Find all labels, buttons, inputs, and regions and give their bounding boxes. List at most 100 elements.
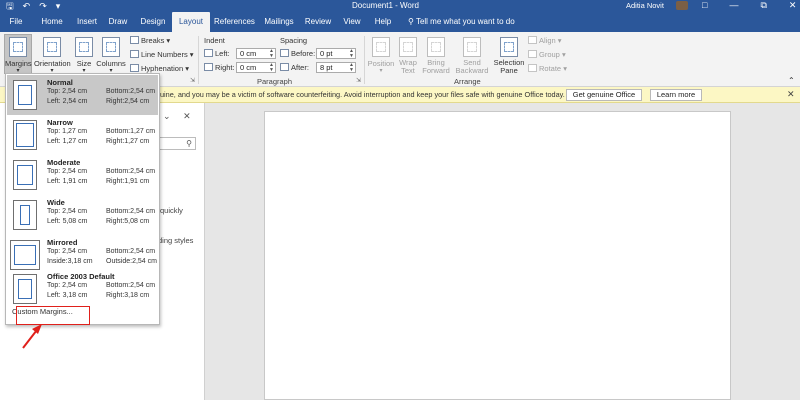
group-separator [198, 36, 199, 84]
orientation-button[interactable]: Orientation ▾ [34, 34, 71, 74]
tab-insert[interactable]: Insert [74, 12, 100, 32]
line-numbers-button[interactable]: Line Numbers ▾ [130, 50, 194, 59]
redo-icon[interactable]: ↷ [39, 1, 47, 11]
size-label: Size [76, 59, 92, 68]
close-icon[interactable]: ✕ [787, 89, 795, 100]
send-backward-button[interactable]: Send Backward [452, 34, 492, 75]
breaks-icon [130, 36, 139, 44]
margin-left-value: Left: 5,08 cm [47, 218, 88, 225]
collapse-ribbon-icon[interactable]: ⌃ [788, 76, 795, 85]
nav-text-fragment: quickly [160, 206, 183, 215]
group-button[interactable]: Group ▾ [528, 50, 566, 59]
spacing-after-input[interactable]: 8 pt ▲ ▼ [316, 62, 356, 73]
hyphenation-label: Hyphenation [141, 64, 184, 73]
rotate-button[interactable]: Rotate ▾ [528, 64, 567, 73]
selection-pane-icon [500, 37, 518, 57]
search-icon[interactable]: ⚲ [186, 139, 192, 148]
spinner-arrows-icon[interactable]: ▲ ▼ [349, 63, 354, 73]
margins-button[interactable]: Margins ▾ [4, 34, 32, 74]
margin-option-narrow[interactable]: Narrow Top: 1,27 cm Bottom:1,27 cm Left:… [7, 115, 158, 155]
margin-option-normal[interactable]: Normal Top: 2,54 cm Bottom:2,54 cm Left:… [7, 75, 158, 115]
tab-review[interactable]: Review [304, 12, 332, 32]
margin-preview-icon [13, 160, 37, 190]
margin-right-value: Right:1,27 cm [106, 138, 150, 145]
tab-references[interactable]: References [214, 12, 255, 32]
margin-preview-icon [13, 274, 37, 304]
tab-view[interactable]: View [340, 12, 364, 32]
margin-option-wide[interactable]: Wide Top: 2,54 cm Bottom:2,54 cm Left: 5… [7, 195, 158, 235]
position-label: Position [367, 59, 395, 68]
tab-layout[interactable]: Layout [172, 12, 210, 32]
tab-file[interactable]: File [4, 12, 28, 32]
ribbon-display-icon[interactable]: □ [702, 0, 707, 11]
document-title: Document1 - Word [352, 1, 419, 10]
spinner-arrows-icon[interactable]: ▲ ▼ [349, 49, 354, 59]
tab-draw[interactable]: Draw [106, 12, 130, 32]
breaks-button[interactable]: Breaks ▾ [130, 36, 170, 45]
document-page[interactable] [264, 111, 731, 400]
send-backward-label-2: Backward [455, 66, 489, 75]
size-icon [75, 37, 93, 57]
margin-bottom-value: Bottom:2,54 cm [106, 248, 156, 255]
tab-design[interactable]: Design [138, 12, 168, 32]
ribbon-tabs: File Home Insert Draw Design Layout Refe… [0, 12, 800, 32]
avatar[interactable] [676, 1, 688, 10]
lightbulb-icon: ⚲ [408, 17, 414, 26]
spacing-before-label: Before: [280, 49, 315, 58]
close-icon[interactable]: ✕ [183, 111, 191, 121]
restore-icon[interactable]: ⧉ [760, 0, 766, 11]
margins-icon [9, 37, 27, 57]
learn-more-button[interactable]: Learn more [650, 89, 702, 101]
margin-left-value: Left: 1,91 cm [47, 178, 88, 185]
tell-me-label: Tell me what you want to do [415, 17, 515, 26]
tab-home[interactable]: Home [38, 12, 66, 32]
columns-button[interactable]: Columns ▾ [96, 34, 126, 74]
bring-forward-button[interactable]: Bring Forward [420, 34, 452, 75]
spacing-after-label: After: [280, 63, 309, 72]
margin-option-name: Normal [47, 78, 73, 87]
spinner-arrows-icon[interactable]: ▲ ▼ [269, 63, 274, 73]
wrap-text-icon [399, 37, 417, 57]
chevron-down-icon[interactable]: ⌄ [163, 111, 171, 121]
margins-dropdown: Normal Top: 2,54 cm Bottom:2,54 cm Left:… [5, 73, 160, 325]
minimize-icon[interactable]: — [729, 0, 738, 11]
spacing-label: Spacing [280, 36, 308, 45]
quick-access-toolbar: 🖫 ↶ ↷ ▾ [6, 1, 60, 11]
margin-left-value: Left: 2,54 cm [47, 98, 88, 105]
send-backward-icon [463, 37, 481, 57]
hyphenation-button[interactable]: Hyphenation ▾ [130, 64, 189, 73]
margin-bottom-value: Bottom:2,54 cm [106, 168, 156, 175]
orientation-icon [43, 37, 61, 57]
save-icon[interactable]: 🖫 [6, 1, 14, 11]
page-setup-launcher-icon[interactable]: ⇲ [190, 77, 195, 84]
margin-option-office-2003-default[interactable]: Office 2003 Default Top: 2,54 cm Bottom:… [7, 269, 158, 309]
margin-preview-icon [13, 200, 37, 230]
chevron-down-icon: ▾ [379, 68, 383, 74]
message-text: uine, and you may be a victim of softwar… [160, 90, 565, 99]
hyphenation-icon [130, 64, 139, 72]
indent-left-icon [204, 49, 213, 57]
indent-left-input[interactable]: 0 cm ▲ ▼ [236, 48, 276, 59]
indent-right-input[interactable]: 0 cm ▲ ▼ [236, 62, 276, 73]
margin-bottom-value: Bottom:1,27 cm [106, 128, 156, 135]
wrap-text-button[interactable]: Wrap Text [396, 34, 420, 75]
tell-me-search[interactable]: ⚲ Tell me what you want to do [408, 12, 515, 32]
selection-pane-button[interactable]: Selection Pane [492, 34, 526, 75]
size-button[interactable]: Size ▾ [73, 34, 95, 74]
customize-qat-icon[interactable]: ▾ [56, 1, 61, 11]
user-name[interactable]: Aditia Novit [626, 1, 664, 10]
margin-top-value: Top: 2,54 cm [47, 88, 88, 95]
align-button[interactable]: Align ▾ [528, 36, 562, 45]
close-icon[interactable]: ✕ [789, 0, 797, 11]
margin-option-moderate[interactable]: Moderate Top: 2,54 cm Bottom:2,54 cm Lef… [7, 155, 158, 195]
spacing-before-input[interactable]: 0 pt ▲ ▼ [316, 48, 356, 59]
rotate-icon [528, 64, 537, 72]
spinner-arrows-icon[interactable]: ▲ ▼ [269, 49, 274, 59]
tab-mailings[interactable]: Mailings [262, 12, 296, 32]
paragraph-launcher-icon[interactable]: ⇲ [356, 77, 361, 84]
position-button[interactable]: Position ▾ [366, 34, 396, 74]
get-genuine-office-button[interactable]: Get genuine Office [566, 89, 642, 101]
tab-help[interactable]: Help [372, 12, 394, 32]
undo-icon[interactable]: ↶ [23, 1, 31, 11]
arrange-group-label: Arrange [454, 77, 481, 86]
